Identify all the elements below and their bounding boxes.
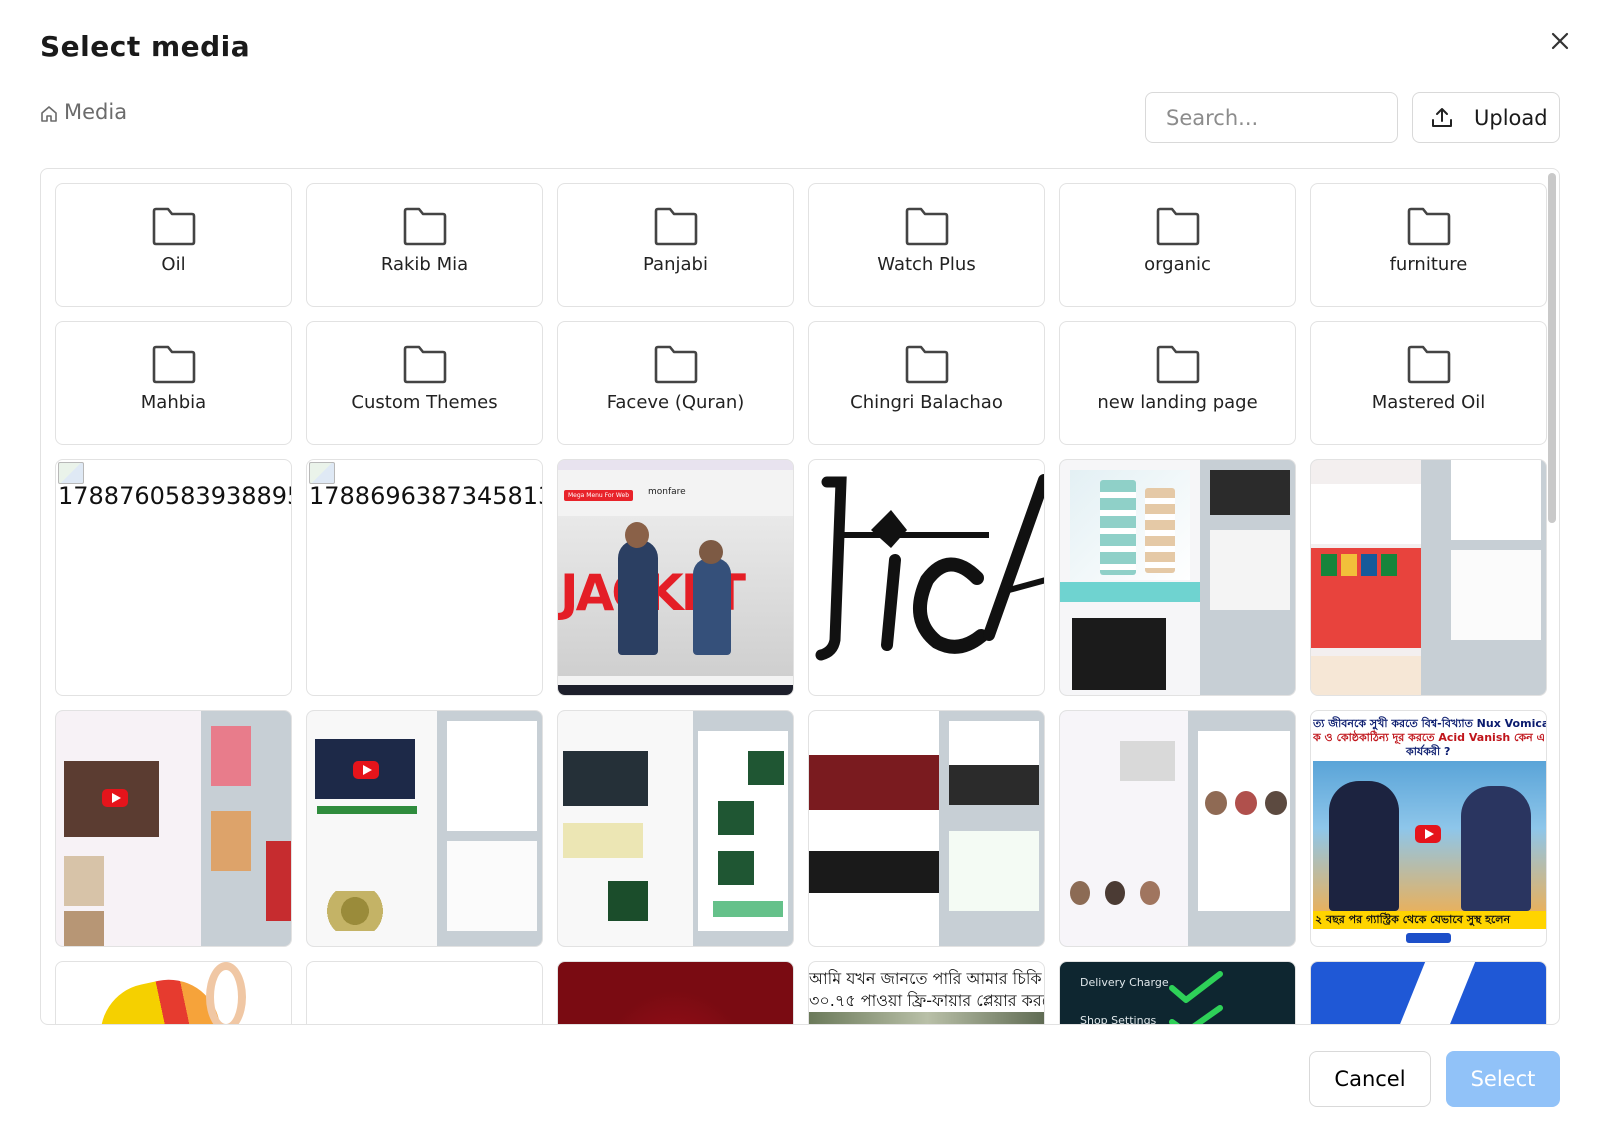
close-icon <box>1551 32 1569 50</box>
folder-label: Mastered Oil <box>1371 392 1486 413</box>
thumb-brand-label: monfare <box>648 487 686 497</box>
media-item-medicine-video[interactable]: ত্য জীবনকে সুখী করতে বিশ্ব-বিখ্যাত Nux V… <box>1310 710 1547 947</box>
play-video-icon <box>1415 825 1441 843</box>
folder-icon <box>403 207 446 246</box>
media-grid[interactable]: Oil Rakib Mia Panjabi Watch Plus organic… <box>40 168 1560 1025</box>
breadcrumb-media[interactable]: Media <box>64 100 127 124</box>
upload-label: Upload <box>1474 105 1548 130</box>
folder-label: Mahbia <box>140 392 207 413</box>
play-video-icon <box>353 761 379 779</box>
folder-label: furniture <box>1389 254 1468 275</box>
thumb-quote-2: ৩০.৭৫ পাওয়া ফ্রি-ফায়ার প্লেয়ার করবে <box>809 991 1045 1010</box>
media-item-broken-image[interactable]: 1788760583938895 <box>55 459 292 696</box>
dialog-title: Select media <box>40 30 251 63</box>
folder-label: Custom Themes <box>351 392 498 413</box>
broken-image-icon <box>58 462 84 484</box>
folder-panjabi[interactable]: Panjabi <box>557 183 794 307</box>
calligraphy-graphic <box>815 474 1044 661</box>
upload-button[interactable]: Upload <box>1412 92 1560 143</box>
thumb-headline-3: কার্যকরী ? <box>1406 745 1451 758</box>
media-item-calligraphy[interactable] <box>808 459 1045 696</box>
home-icon <box>41 106 57 122</box>
folder-watch-plus[interactable]: Watch Plus <box>808 183 1045 307</box>
folder-mastered-oil[interactable]: Mastered Oil <box>1310 321 1547 445</box>
media-item-shrimp-landing[interactable] <box>808 710 1045 947</box>
media-item-shelf-landing[interactable] <box>1059 459 1296 696</box>
media-item-fashion-landing[interactable] <box>55 710 292 947</box>
broken-image-icon <box>309 462 335 484</box>
media-item-jacket-banner[interactable]: Mega Menu For Web monfare JACKET <box>557 459 794 696</box>
folder-label: Chingri Balachao <box>850 392 1003 413</box>
search-input[interactable] <box>1145 92 1398 143</box>
folder-oil[interactable]: Oil <box>55 183 292 307</box>
thumb-delivery-label: Delivery Charge <box>1080 976 1169 989</box>
folder-icon <box>152 345 195 384</box>
thumb-banner: ২ বছর পর গ্যাস্ট্রিক থেকে যেভাবে সুস্থ হ… <box>1313 911 1546 929</box>
folder-icon <box>403 345 446 384</box>
folder-label: Faceve (Quran) <box>606 392 745 413</box>
folder-icon <box>654 345 697 384</box>
media-item-bangla-quote[interactable]: আমি যখন জানতে পারি আমার চিকি ৩০.৭৫ পাওয়… <box>808 961 1045 1024</box>
breadcrumb[interactable]: Media <box>40 100 127 124</box>
media-item-broken-image[interactable]: 1788696387345813 <box>306 459 543 696</box>
media-file-name: 1788760583938895 <box>58 482 292 510</box>
play-video-icon <box>102 789 128 807</box>
folder-label: Rakib Mia <box>380 254 469 275</box>
folder-label: Oil <box>161 254 186 275</box>
media-item-quran-landing[interactable] <box>557 710 794 947</box>
folder-custom-themes[interactable]: Custom Themes <box>306 321 543 445</box>
thumb-menu-label: Mega Menu For Web <box>564 490 634 501</box>
media-item-business-landing[interactable] <box>1059 710 1296 947</box>
media-item-red-banner[interactable] <box>557 961 794 1024</box>
upload-icon <box>1432 107 1452 127</box>
folder-label: new landing page <box>1097 392 1258 413</box>
folder-rakib-mia[interactable]: Rakib Mia <box>306 183 543 307</box>
folder-icon <box>152 207 195 246</box>
folder-label: organic <box>1144 254 1211 275</box>
folder-chingri-balachao[interactable]: Chingri Balachao <box>808 321 1045 445</box>
folder-furniture[interactable]: furniture <box>1310 183 1547 307</box>
scrollbar-thumb[interactable] <box>1548 173 1556 523</box>
folder-icon <box>905 345 948 384</box>
media-item-food[interactable] <box>55 961 292 1024</box>
folder-organic[interactable]: organic <box>1059 183 1296 307</box>
close-button[interactable] <box>1545 26 1575 56</box>
folder-icon <box>1407 207 1450 246</box>
media-item-blank[interactable] <box>306 961 543 1024</box>
thumb-shop-settings-label: Shop Settings <box>1080 1014 1157 1025</box>
media-item-blue-banner[interactable] <box>1310 961 1547 1024</box>
folder-icon <box>905 207 948 246</box>
media-item-book-landing[interactable] <box>1310 459 1547 696</box>
media-item-nuts-landing[interactable] <box>306 710 543 947</box>
folder-mahbia[interactable]: Mahbia <box>55 321 292 445</box>
folder-label: Panjabi <box>643 254 708 275</box>
media-item-delivery-settings[interactable]: Delivery Charge Shop Settings <box>1059 961 1296 1025</box>
media-file-name: 1788696387345813 <box>309 482 543 510</box>
folder-new-landing-page[interactable]: new landing page <box>1059 321 1296 445</box>
folder-icon <box>1156 345 1199 384</box>
cancel-button[interactable]: Cancel <box>1309 1051 1431 1107</box>
folder-icon <box>654 207 697 246</box>
folder-icon <box>1407 345 1450 384</box>
checkmark-icon <box>1169 971 1223 1024</box>
folder-label: Watch Plus <box>877 254 976 275</box>
folder-icon <box>1156 207 1199 246</box>
folder-faceve-quran[interactable]: Faceve (Quran) <box>557 321 794 445</box>
select-button[interactable]: Select <box>1446 1051 1560 1107</box>
